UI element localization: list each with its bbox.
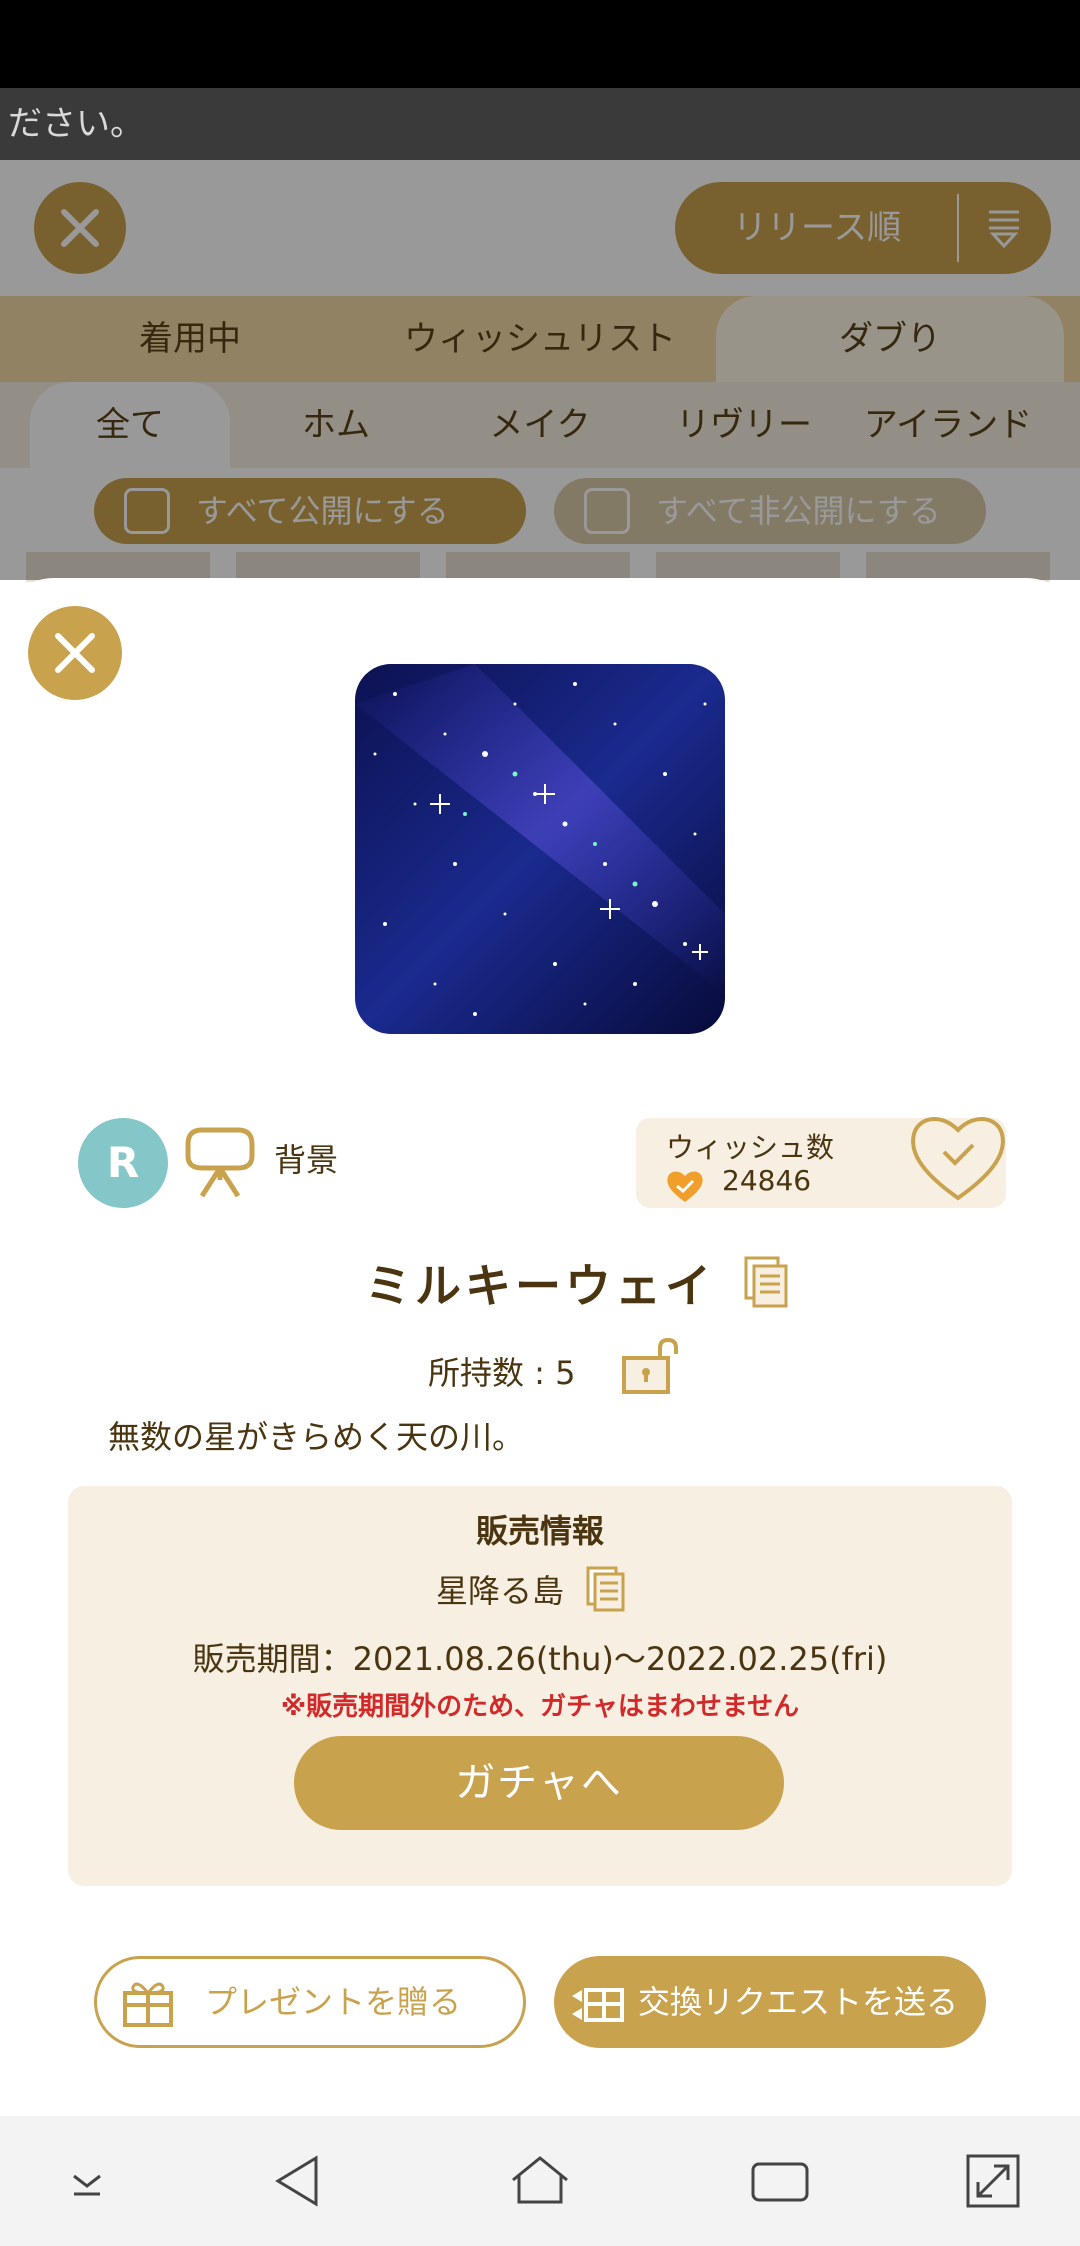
item-description: 無数の星がきらめく天の川。 [108, 1418, 525, 1456]
unlock-icon[interactable] [620, 1336, 682, 1396]
sale-island: 星降る島 [436, 1572, 565, 1610]
send-present-button[interactable]: プレゼントを贈る [94, 1956, 526, 2048]
back-icon[interactable] [264, 2146, 334, 2216]
send-present-label: プレゼントを贈る [205, 1983, 462, 2021]
sale-info-panel: 販売情報 星降る島 販売期間：2021.08.26(thu)〜2022.02.2… [68, 1486, 1012, 1886]
wish-count-title: ウィッシュ数 [666, 1131, 835, 1164]
gacha-button[interactable]: ガチャへ [294, 1736, 784, 1830]
chevron-down-icon[interactable] [52, 2146, 122, 2216]
modal-backdrop[interactable] [0, 160, 1080, 580]
sale-info-title: 販売情報 [475, 1512, 604, 1550]
rarity-badge: R [78, 1118, 168, 1208]
recents-icon[interactable] [745, 2146, 815, 2216]
notice-banner: ださい。 [0, 88, 1080, 160]
send-trade-request-label: 交換リクエストを送る [638, 1983, 959, 2021]
sale-warning: ※販売期間外のため、ガチャはまわせません [280, 1692, 800, 1722]
exchange-icon [572, 1988, 624, 2022]
close-icon [55, 633, 95, 673]
category-label: 背景 [274, 1141, 339, 1179]
item-image [355, 664, 725, 1034]
expand-icon[interactable] [958, 2146, 1028, 2216]
item-name: ミルキーウェイ [365, 1259, 715, 1313]
category-icon [185, 1127, 255, 1198]
status-bar [0, 0, 1080, 88]
item-detail-modal: R 背景 ウィッシュ数 24846 ミルキーウェイ 所持数 : 5 無数の星がき… [0, 578, 1080, 2116]
gift-icon [123, 1982, 173, 2027]
send-trade-request-button[interactable]: 交換リクエストを送る [554, 1956, 986, 2048]
owned-count: 所持数 : 5 [428, 1354, 576, 1392]
document-icon[interactable] [744, 1256, 788, 1308]
close-button[interactable] [28, 606, 122, 700]
document-icon[interactable] [586, 1566, 626, 1612]
sale-period: 販売期間：2021.08.26(thu)〜2022.02.25(fri) [192, 1640, 888, 1678]
add-to-wishlist-button[interactable] [906, 1108, 1010, 1204]
home-icon[interactable] [505, 2146, 575, 2216]
wish-count-value: 24846 [722, 1164, 812, 1197]
system-navigation-bar [0, 2116, 1080, 2246]
heart-icon [667, 1171, 703, 1202]
